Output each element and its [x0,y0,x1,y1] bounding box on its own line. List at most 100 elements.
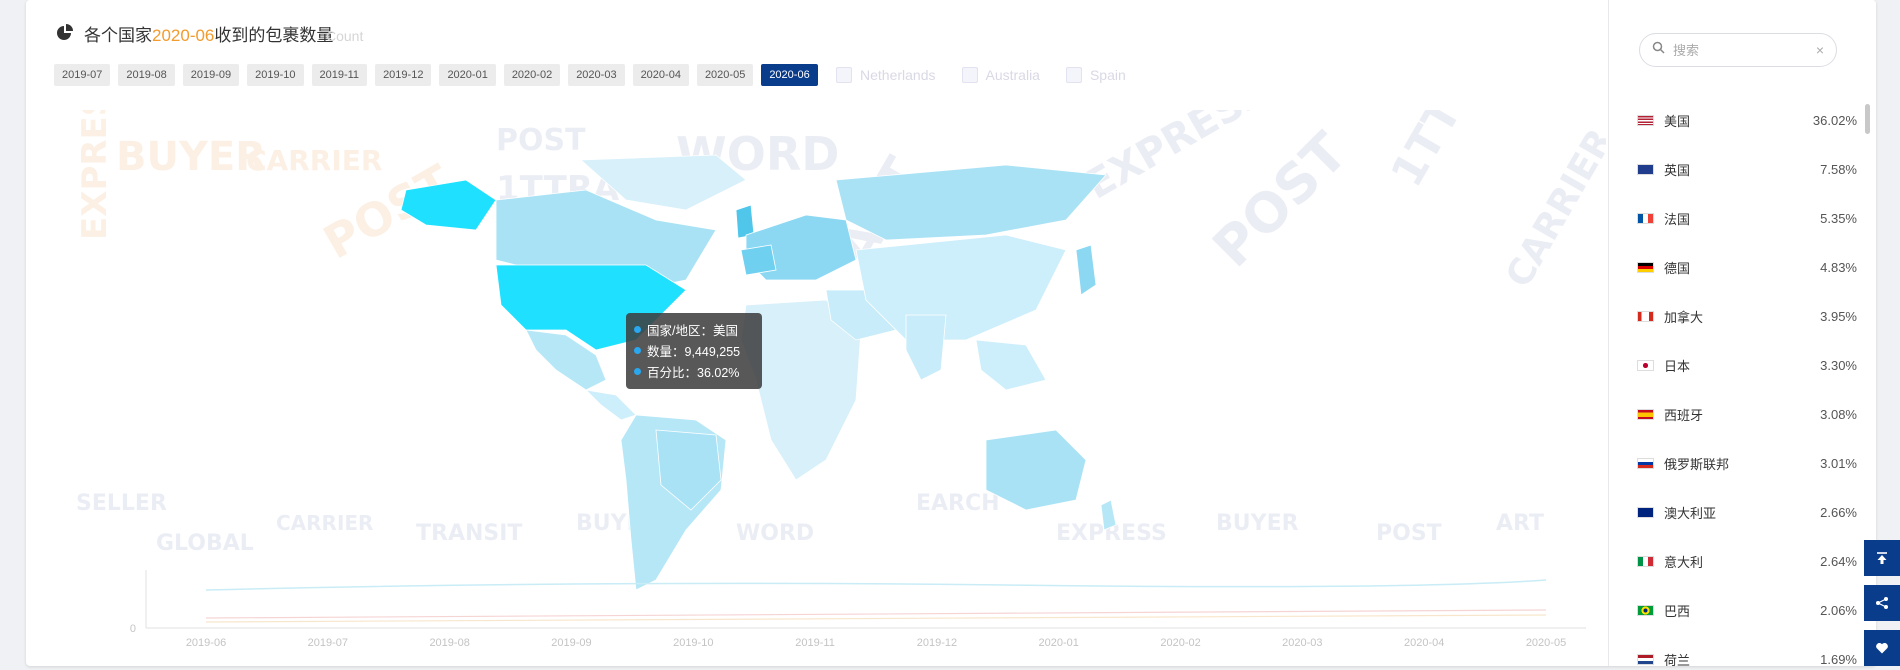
bullet-icon [634,368,641,375]
map-region-new-zealand [1100,499,1117,531]
timeline-tick-label: 2019-09 [551,637,591,649]
heart-icon [1876,643,1888,654]
month-tab[interactable]: 2020-03 [568,64,625,86]
flag-us-icon [1637,115,1654,126]
month-tab[interactable]: 2019-11 [311,64,368,86]
flag-es-icon [1637,409,1654,420]
map-region-australia [985,429,1087,511]
legend-item-australia[interactable]: Australia [961,67,1040,83]
timeline-tick-label: 2020-01 [1039,637,1079,649]
dashboard-card: BUYER EXPRESS CARRIER POST POST 1TTRACK … [26,0,1876,666]
list-item[interactable]: 意大利 2.64% [1609,537,1876,586]
list-item[interactable]: 俄罗斯联邦 3.01% [1609,439,1876,488]
svg-text:CARRIER: CARRIER [276,511,373,535]
map-region-alaska [400,179,497,231]
timeline-zero-label: 0 [130,623,136,635]
favorite-button[interactable] [1864,630,1900,666]
title-month: 2020-06 [152,25,215,45]
bullet-icon [634,326,641,333]
list-item[interactable]: 澳大利亚 2.66% [1609,488,1876,537]
svg-text:EXPRESS: EXPRESS [75,110,115,240]
list-item[interactable]: 加拿大 3.95% [1609,292,1876,341]
month-tab[interactable]: 2019-09 [182,64,240,86]
month-tab[interactable]: 2020-05 [696,64,754,86]
svg-text:SELLER: SELLER [76,491,167,516]
month-tab-active[interactable]: 2020-06 [761,64,818,86]
flag-au-icon [1637,507,1654,518]
clear-icon[interactable]: × [1816,42,1824,58]
list-item[interactable]: 荷兰 1.69% [1609,635,1876,666]
month-tab[interactable]: 2020-02 [503,64,561,86]
search-box[interactable]: × [1639,33,1837,67]
map-region-central-america [584,389,637,421]
country-ranking-list: 美国 36.02% 英国 7.58% 法国 5.35% 德国 4.83% 加拿大 3.95… [1609,96,1876,666]
timeline-tick-label: 2020-02 [1160,637,1200,649]
timeline-tick-label: 2019-12 [917,637,957,649]
svg-text:1TTRACK: 1TTRACK [1381,110,1539,196]
ranking-sidebar: × 美国36.02% 英国7.58% 法国5.35% 德国4.83% 加拿大3.… [1608,0,1876,666]
search-input[interactable] [1673,42,1808,58]
month-tab[interactable]: 2019-07 [54,64,111,86]
list-item[interactable]: 德国 4.83% [1609,243,1876,292]
list-scrollbar[interactable] [1865,104,1870,134]
share-icon [1876,597,1888,609]
timeline-tick-label: 2020-03 [1282,637,1322,649]
map-region-japan [1075,244,1097,296]
flag-ca-icon [1637,311,1654,322]
chart-header: 各个国家2020-06收到的包裹数量 [56,20,333,46]
legend-item-netherlands[interactable]: Netherlands [836,67,936,83]
bullet-icon [634,347,641,354]
flag-gb-icon [1637,164,1654,175]
svg-text:POST: POST [1376,521,1442,546]
list-item[interactable]: 西班牙 3.08% [1609,390,1876,439]
share-button[interactable] [1864,585,1900,621]
flag-fr-icon [1637,213,1654,224]
search-icon [1652,41,1665,59]
list-item[interactable]: 日本 3.30% [1609,341,1876,390]
back-to-top-button[interactable] [1864,540,1900,576]
flag-jp-icon [1637,360,1654,371]
flag-ru-icon [1637,458,1654,469]
pie-chart-icon [56,24,74,42]
title-suffix: 收到的包裹数量 [214,25,334,45]
map-region-india [905,314,947,381]
month-tab[interactable]: 2019-10 [247,64,304,86]
timeline-tick-label: 2020-04 [1404,637,1444,649]
month-tab[interactable]: 2020-01 [439,64,496,86]
ghost-legend-label: Count [326,28,364,44]
map-region-france [740,244,777,276]
trend-timeline: 0 2019-06 2019-07 2019-08 2019-09 2019-10 201… [106,560,1606,660]
svg-text:CARRIER: CARRIER [1498,122,1606,294]
flag-nl-icon [1637,654,1654,665]
list-item[interactable]: 美国 36.02% [1609,96,1876,145]
flag-br-icon [1637,605,1654,616]
legend-item-spain[interactable]: Spain [1065,67,1126,83]
tooltip-count: 数量：9,449,255 [647,345,741,359]
map-tooltip: 国家/地区：美国 数量：9,449,255 百分比：36.02% [626,313,762,389]
title-prefix: 各个国家 [84,25,152,45]
world-map[interactable] [386,140,1306,610]
timeline-tick-label: 2019-10 [673,637,713,649]
timeline-tick-label: 2019-06 [186,637,226,649]
flag-de-icon [1637,262,1654,273]
map-panel: BUYER EXPRESS CARRIER POST POST 1TTRACK … [26,0,1622,666]
map-region-southeast-asia [975,339,1047,391]
tooltip-percent: 百分比：36.02% [647,366,740,380]
list-item[interactable]: 巴西 2.06% [1609,586,1876,635]
timeline-tick-label: 2019-07 [308,637,348,649]
tooltip-count-row: 数量：9,449,255 [634,340,754,361]
map-region-russia [835,164,1107,241]
list-item[interactable]: 法国 5.35% [1609,194,1876,243]
tooltip-country: 国家/地区：美国 [647,324,738,338]
country-legend: Netherlands Australia Spain [836,67,1126,83]
list-item[interactable]: 英国 7.58% [1609,145,1876,194]
svg-text:GLOBAL: GLOBAL [156,531,254,556]
month-tab[interactable]: 2019-12 [375,64,432,86]
month-tab[interactable]: 2019-08 [118,64,175,86]
tooltip-country-row: 国家/地区：美国 [634,319,754,340]
svg-text:BUYER: BUYER [116,134,266,180]
timeline-tick-label: 2020-05 [1526,637,1566,649]
flag-it-icon [1637,556,1654,567]
timeline-tick-label: 2019-08 [429,637,469,649]
month-tab[interactable]: 2020-04 [632,64,689,86]
